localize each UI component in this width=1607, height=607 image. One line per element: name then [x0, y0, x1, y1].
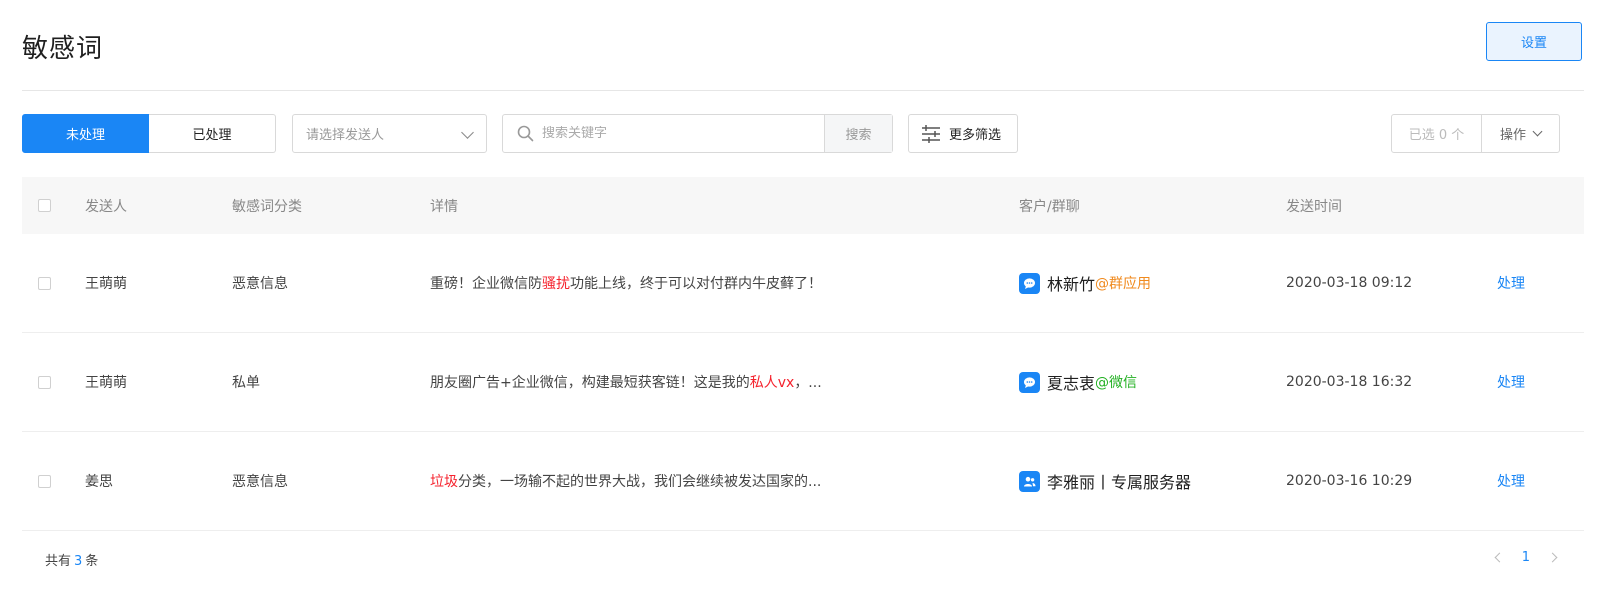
detail-keyword: 骚扰	[542, 276, 570, 292]
chevron-left-icon[interactable]	[1490, 547, 1510, 567]
detail-text: 分类，一场输不起的世界大战，我们会继续被发达国家的...	[458, 474, 822, 490]
table-row: 王萌萌 私单 朋友圈广告+企业微信，构建最短获客链！这是我的 私人vx，... 夏…	[22, 333, 1584, 432]
table-row: 姜思 恶意信息 垃圾 分类，一场输不起的世界大战，我们会继续被发达国家的... 李…	[22, 432, 1584, 531]
header-divider	[22, 90, 1584, 91]
column-header-sender: 发送人	[85, 198, 127, 215]
customer-name: 夏志衷	[1047, 374, 1096, 393]
sender-select-placeholder: 请选择发送人	[306, 128, 385, 143]
detail-text: 朋友圈广告+企业微信，构建最短获客链！这是我的	[430, 375, 750, 391]
filter-sliders-icon	[922, 124, 940, 143]
select-all-checkbox[interactable]	[38, 199, 51, 212]
chat-bubble-icon	[1019, 272, 1040, 294]
category-cell: 私单	[232, 375, 260, 391]
time-cell: 2020-03-18 09:12	[1286, 275, 1413, 291]
time-cell: 2020-03-16 10:29	[1286, 473, 1413, 489]
search-icon	[517, 125, 534, 142]
column-header-detail: 详情	[430, 198, 458, 215]
chevron-down-icon	[1532, 126, 1543, 137]
detail-text: 功能上线，终于可以对付群内牛皮藓了！	[570, 276, 822, 292]
column-header-customer: 客户/群聊	[1019, 198, 1080, 215]
group-chat-icon	[1019, 470, 1040, 492]
page-number[interactable]: 1	[1522, 550, 1530, 565]
search-box: 搜索	[502, 114, 893, 153]
pagination: 1	[1490, 547, 1562, 567]
chevron-down-icon	[461, 126, 474, 139]
customer-cell: 林新竹 @群应用	[1019, 234, 1151, 332]
sender-cell: 王萌萌	[85, 276, 127, 292]
operations-label: 操作	[1499, 128, 1526, 143]
row-checkbox[interactable]	[38, 474, 51, 488]
customer-name: 林新竹	[1047, 275, 1096, 294]
page-title: 敏感词	[22, 34, 104, 64]
tab-unprocessed[interactable]: 未处理	[22, 114, 149, 153]
process-link[interactable]: 处理	[1497, 372, 1525, 392]
customer-name: 李雅丽丨专属服务器	[1047, 473, 1192, 492]
tab-processed[interactable]: 已处理	[149, 114, 276, 153]
selected-count: 已选 0 个	[1392, 115, 1482, 152]
total-count: 共有 3 条	[45, 550, 98, 569]
chat-bubble-icon	[1019, 371, 1040, 393]
customer-tag: @微信	[1095, 375, 1138, 391]
process-link[interactable]: 处理	[1497, 471, 1525, 491]
search-button[interactable]: 搜索	[824, 115, 892, 152]
column-header-time: 发送时间	[1286, 198, 1342, 215]
sensitive-words-table: 发送人 敏感词分类 详情 客户/群聊 发送时间 王萌萌 恶意信息 重磅！企业微信…	[22, 177, 1584, 531]
more-filters-label: 更多筛选	[949, 128, 1002, 143]
detail-keyword: 私人vx	[749, 375, 795, 391]
process-link[interactable]: 处理	[1497, 273, 1525, 293]
detail-cell: 垃圾 分类，一场输不起的世界大战，我们会继续被发达国家的...	[430, 432, 821, 530]
table-row: 王萌萌 恶意信息 重磅！企业微信防 骚扰 功能上线，终于可以对付群内牛皮藓了！ 林新…	[22, 234, 1584, 333]
total-suffix: 条	[85, 554, 99, 569]
customer-cell: 夏志衷 @微信	[1019, 333, 1137, 431]
detail-text: 重磅！企业微信防	[430, 276, 542, 292]
detail-keyword: 垃圾	[430, 474, 458, 490]
customer-cell: 李雅丽丨专属服务器	[1019, 432, 1191, 530]
table-footer: 共有 3 条 1	[22, 530, 1584, 585]
total-number: 3	[74, 554, 83, 569]
status-tabs: 未处理 已处理	[22, 114, 276, 153]
sender-cell: 王萌萌	[85, 375, 127, 391]
detail-cell: 重磅！企业微信防 骚扰 功能上线，终于可以对付群内牛皮藓了！	[430, 234, 822, 332]
total-prefix: 共有	[45, 554, 72, 569]
row-checkbox[interactable]	[38, 375, 51, 389]
search-input[interactable]	[542, 126, 802, 141]
row-checkbox[interactable]	[38, 276, 51, 290]
more-filters-button[interactable]: 更多筛选	[908, 114, 1018, 153]
category-cell: 恶意信息	[232, 474, 288, 490]
chevron-right-icon[interactable]	[1542, 547, 1562, 567]
operations-dropdown[interactable]: 操作	[1482, 115, 1559, 152]
settings-button[interactable]: 设置	[1486, 22, 1582, 61]
sender-select[interactable]: 请选择发送人	[292, 114, 487, 153]
customer-tag: @群应用	[1095, 276, 1152, 292]
detail-text: ，...	[794, 375, 822, 391]
sender-cell: 姜思	[85, 474, 113, 490]
table-header: 发送人 敏感词分类 详情 客户/群聊 发送时间	[22, 177, 1584, 234]
time-cell: 2020-03-18 16:32	[1286, 374, 1413, 390]
column-header-category: 敏感词分类	[232, 198, 302, 215]
detail-cell: 朋友圈广告+企业微信，构建最短获客链！这是我的 私人vx，...	[430, 333, 822, 431]
category-cell: 恶意信息	[232, 276, 288, 292]
batch-operations: 已选 0 个 操作	[1391, 114, 1560, 153]
